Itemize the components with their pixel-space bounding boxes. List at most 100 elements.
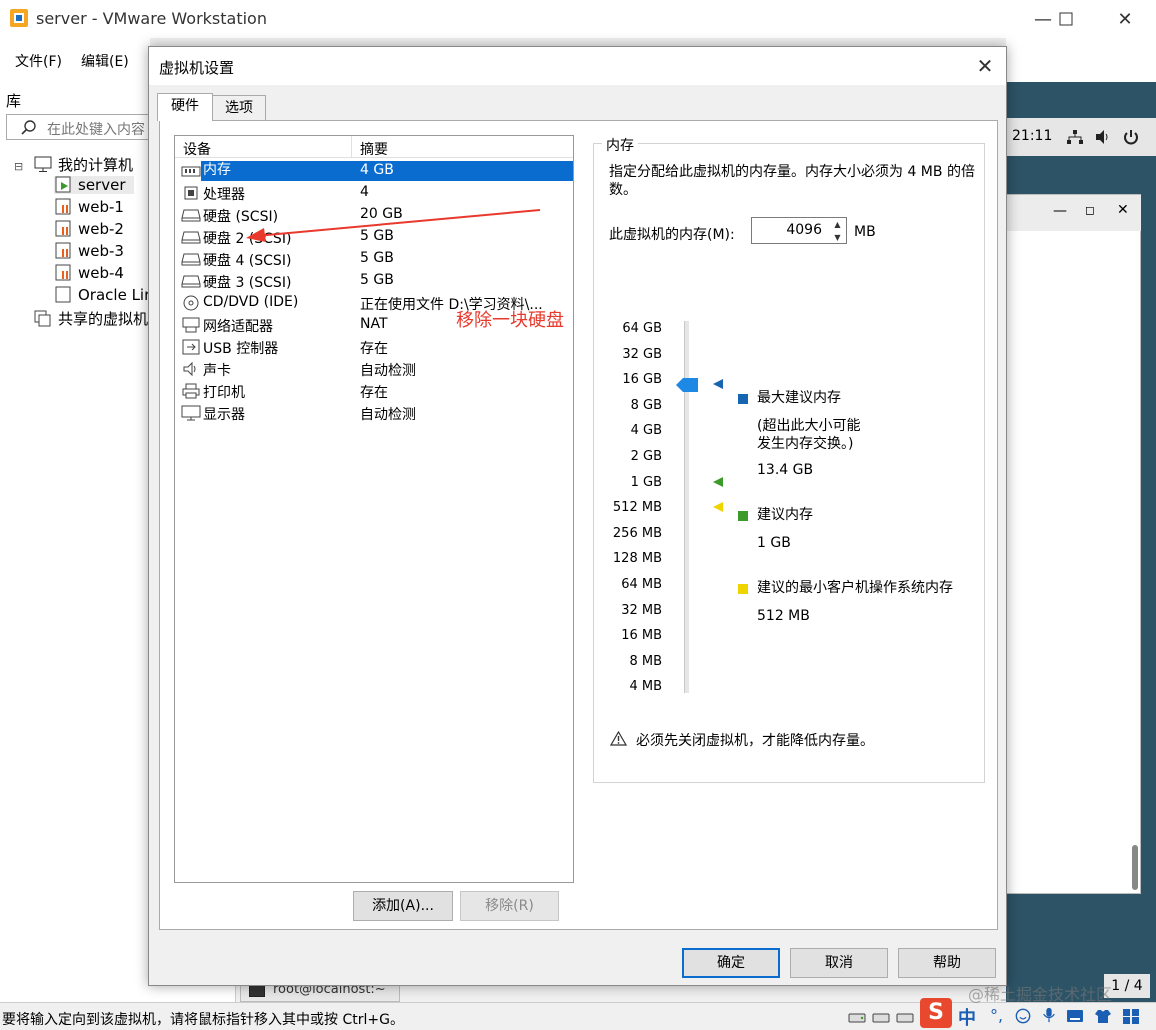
max-recommended-legend-icon <box>738 394 748 404</box>
library-search-input[interactable]: 在此处键入内容 <box>6 114 166 140</box>
microphone-icon[interactable] <box>1040 1007 1058 1023</box>
column-summary[interactable]: 摘要 <box>360 139 388 159</box>
close-window-button[interactable]: ✕ <box>1102 0 1148 38</box>
library-search-placeholder: 在此处键入内容 <box>47 122 145 138</box>
menu-edit[interactable]: 编辑(E) <box>81 51 129 71</box>
shared-vm-icon <box>34 310 51 327</box>
memory-scale-tick: 1 GB <box>630 474 662 490</box>
device-summary: 4 <box>360 184 369 200</box>
hard-disk-icon <box>181 209 201 222</box>
remove-hardware-button[interactable]: 移除(R) <box>460 891 559 921</box>
menu-bar: 文件(F) 编辑(E) <box>0 38 150 82</box>
device-row[interactable]: 内存 4 GB <box>179 160 573 182</box>
display-icon <box>181 405 201 421</box>
device-summary: 5 GB <box>360 272 394 288</box>
max-recommended-marker-icon <box>713 379 723 389</box>
guest-close-icon[interactable]: ✕ <box>1117 202 1129 218</box>
hardware-tab-panel: 设备 摘要 内存 4 GB 处理器 4 硬盘 (SCSI) 20 GB 硬盘 2 (SCSI… <box>159 120 998 930</box>
tree-vm-web-3[interactable]: web-3 <box>54 242 124 260</box>
window-title: server - VMware Workstation <box>36 9 267 28</box>
tree-vm-server[interactable]: server <box>54 176 134 194</box>
device-row[interactable]: 显示器 自动检测 <box>179 402 573 424</box>
hdd-status-icon[interactable] <box>848 1009 866 1025</box>
help-button[interactable]: 帮助 <box>898 948 996 978</box>
memory-scale-tick: 4 GB <box>630 423 662 439</box>
app-titlebar: server - VMware Workstation — ✕ <box>0 0 1156 38</box>
collapse-icon[interactable]: ⊟ <box>14 160 23 173</box>
guest-minimize-icon[interactable]: — <box>1053 203 1067 219</box>
guest-scrollbar[interactable] <box>1132 845 1138 890</box>
device-row[interactable]: 硬盘 4 (SCSI) 5 GB <box>179 248 573 270</box>
hard-disk-icon <box>181 253 201 266</box>
column-device[interactable]: 设备 <box>183 139 211 159</box>
cancel-button[interactable]: 取消 <box>790 948 888 978</box>
annotation-text: 移除一块硬盘 <box>456 310 564 331</box>
guest-window-titlebar: — ◻ ✕ <box>1007 195 1142 231</box>
search-icon <box>21 120 36 135</box>
recommended-legend-icon <box>738 511 748 521</box>
memory-scale-tick: 256 MB <box>612 525 662 541</box>
tree-shared-vms[interactable]: 共享的虚拟机 <box>34 308 148 329</box>
device-list[interactable]: 设备 摘要 内存 4 GB 处理器 4 硬盘 (SCSI) 20 GB 硬盘 2 (SCSI… <box>174 135 574 883</box>
hdd-status-icon[interactable] <box>872 1009 890 1025</box>
hdd-status-icon[interactable] <box>896 1009 914 1025</box>
max-recommended-note-line1: (超出此大小可能 <box>757 418 861 434</box>
network-icon[interactable] <box>1066 129 1084 145</box>
recommended-marker-icon <box>713 477 723 487</box>
tree-vm-web-4[interactable]: web-4 <box>54 264 124 282</box>
dialog-close-button[interactable]: ✕ <box>972 53 998 79</box>
network-adapter-icon <box>182 317 200 333</box>
memory-spinner[interactable]: ▲ ▼ <box>829 217 847 244</box>
sogou-ime-logo[interactable]: S <box>920 998 952 1028</box>
tree-vm-web-1[interactable]: web-1 <box>54 198 124 216</box>
memory-field-label: 此虚拟机的内存(M): <box>609 227 735 243</box>
power-icon[interactable] <box>1122 128 1140 146</box>
device-list-header: 设备 摘要 <box>175 136 573 158</box>
memory-scale-tick: 32 MB <box>621 602 662 618</box>
memory-description: 指定分配给此虚拟机的内存量。内存大小必须为 4 MB 的倍数。 <box>609 164 975 198</box>
emoji-icon[interactable] <box>1014 1008 1032 1024</box>
vm-paused-icon <box>55 198 71 215</box>
tab-options[interactable]: 选项 <box>212 95 266 121</box>
toolbox-icon[interactable] <box>1122 1008 1140 1024</box>
memory-slider-thumb[interactable] <box>676 378 698 392</box>
ime-mode-toggle[interactable]: 中 <box>958 1004 976 1030</box>
guest-maximize-icon[interactable]: ◻ <box>1085 203 1095 217</box>
memory-icon <box>181 166 201 177</box>
memory-scale-tick: 4 MB <box>629 679 662 695</box>
device-row[interactable]: 硬盘 3 (SCSI) 5 GB <box>179 270 573 292</box>
spin-down-icon[interactable]: ▼ <box>829 231 846 244</box>
device-name: 打印机 <box>203 385 245 401</box>
guest-window[interactable]: — ◻ ✕ <box>1006 194 1142 894</box>
device-summary: 4 GB <box>360 162 394 178</box>
maximize-button[interactable] <box>1043 0 1089 38</box>
vm-paused-icon <box>55 242 71 259</box>
warning-icon <box>610 731 627 746</box>
recommended-value: 1 GB <box>757 535 791 551</box>
keyboard-icon[interactable] <box>1066 1008 1084 1024</box>
device-row[interactable]: 打印机 存在 <box>179 380 573 402</box>
add-hardware-button[interactable]: 添加(A)... <box>353 891 453 921</box>
memory-slider-track[interactable] <box>684 321 689 693</box>
vm-running-icon <box>55 176 71 193</box>
device-summary: NAT <box>360 316 388 332</box>
tree-vm-web-2[interactable]: web-2 <box>54 220 124 238</box>
ok-button[interactable]: 确定 <box>682 948 780 978</box>
device-row[interactable]: 声卡 自动检测 <box>179 358 573 380</box>
tree-vm-oracle[interactable]: Oracle Lir <box>54 286 150 304</box>
device-row[interactable]: 处理器 4 <box>179 182 573 204</box>
spin-up-icon[interactable]: ▲ <box>829 218 846 231</box>
memory-unit: MB <box>854 224 876 240</box>
memory-value-input[interactable]: 4096 <box>751 217 831 244</box>
tab-hardware[interactable]: 硬件 <box>157 93 213 121</box>
skin-icon[interactable] <box>1094 1008 1112 1024</box>
menu-file[interactable]: 文件(F) <box>15 51 62 71</box>
guest-clock: 21:11 <box>1012 128 1053 144</box>
vm-settings-dialog: 虚拟机设置 ✕ 硬件 选项 设备 摘要 内存 4 GB 处理器 4 硬盘 (SCSI) 2… <box>148 46 1007 986</box>
tree-my-computer[interactable]: ⊟ 我的计算机 <box>14 154 133 175</box>
volume-icon[interactable] <box>1094 129 1112 145</box>
punctuation-icon[interactable]: °, <box>990 1006 1008 1025</box>
device-name: 内存 <box>201 161 356 181</box>
cpu-icon <box>184 186 198 200</box>
device-row[interactable]: USB 控制器 存在 <box>179 336 573 358</box>
